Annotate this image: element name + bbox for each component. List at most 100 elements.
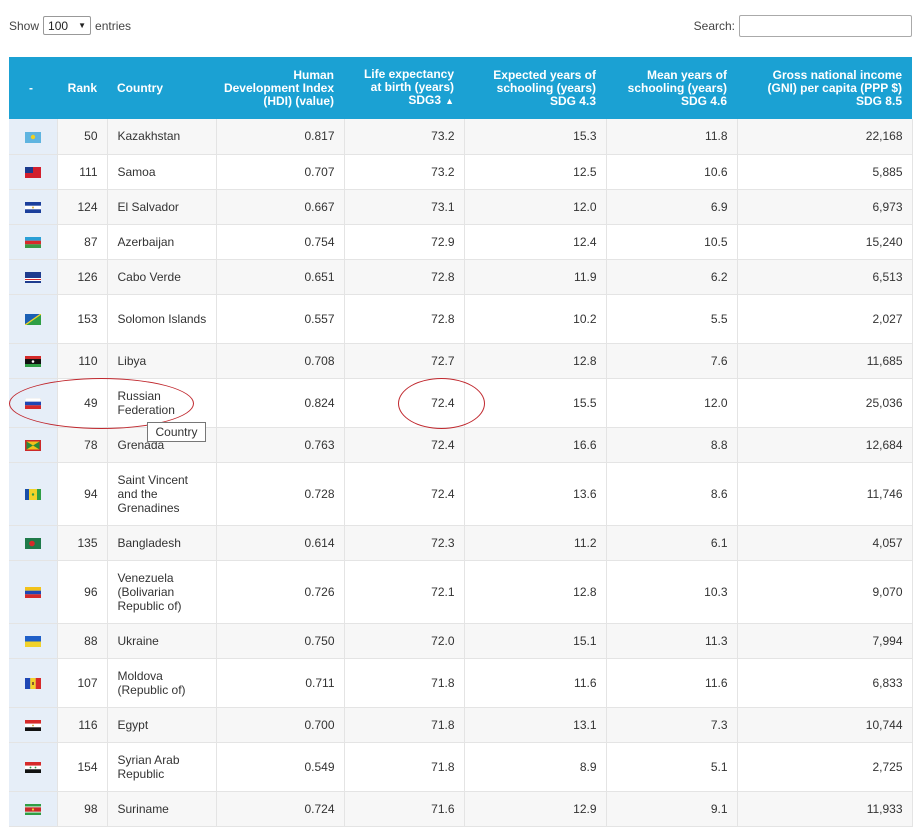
table-row: 154 Syrian Arab Republic 0.549 71.8 8.9 5.1 2,…	[9, 742, 913, 792]
cell-gni: 11,746	[737, 462, 913, 526]
sort-ascending-icon: ▲	[445, 96, 454, 106]
flag-cell	[9, 462, 58, 526]
flag-cell	[9, 224, 58, 260]
egypt-flag-icon	[24, 719, 41, 731]
cell-expected: 11.2	[464, 525, 607, 561]
search-input[interactable]	[739, 15, 912, 37]
cell-expected: 15.3	[464, 119, 607, 155]
el-salvador-flag-icon	[24, 201, 41, 213]
cell-country: Syrian Arab Republic	[107, 742, 217, 792]
cell-life: 72.3	[344, 525, 465, 561]
column-header-rank[interactable]: Rank	[57, 57, 107, 119]
table-row: 126 Cabo Verde 0.651 72.8 11.9 6.2 6,513	[9, 259, 913, 295]
table-row: 111 Samoa 0.707 73.2 12.5 10.6 5,885	[9, 154, 913, 190]
cell-gni: 6,513	[737, 259, 913, 295]
cell-gni: 7,994	[737, 623, 913, 659]
cell-country: Suriname	[107, 791, 217, 827]
cell-expected: 12.0	[464, 189, 607, 225]
cell-life: 72.1	[344, 560, 465, 624]
cell-expected: 11.9	[464, 259, 607, 295]
cell-expected: 15.5	[464, 378, 607, 428]
column-header-expected-schooling[interactable]: Expected years of schooling (years) SDG …	[464, 57, 606, 119]
cell-hdi: 0.667	[216, 189, 345, 225]
cell-mean: 8.8	[606, 427, 738, 463]
cell-rank: 98	[57, 791, 108, 827]
cell-rank: 111	[57, 154, 108, 190]
cell-life: 71.8	[344, 707, 465, 743]
saint-vincent-flag-icon	[24, 488, 41, 500]
cell-mean: 11.3	[606, 623, 738, 659]
cell-hdi: 0.651	[216, 259, 345, 295]
flag-cell	[9, 378, 58, 428]
entries-label: entries	[95, 18, 132, 33]
flag-cell	[9, 658, 58, 708]
cell-hdi: 0.557	[216, 294, 345, 344]
cell-gni: 10,744	[737, 707, 913, 743]
cell-hdi: 0.763	[216, 427, 345, 463]
table-row: 87 Azerbaijan 0.754 72.9 12.4 10.5 15,240	[9, 224, 913, 260]
entries-length-control: Show 100 ▼ entries	[9, 16, 131, 35]
table-row: 124 El Salvador 0.667 73.1 12.0 6.9 6,973	[9, 189, 913, 225]
cell-hdi: 0.707	[216, 154, 345, 190]
flag-cell	[9, 343, 58, 379]
cell-rank: 50	[57, 119, 108, 155]
cell-gni: 22,168	[737, 119, 913, 155]
cell-country: El Salvador	[107, 189, 217, 225]
table-row: 94 Saint Vincent and the Grenadines 0.728 7…	[9, 462, 913, 526]
column-header-life-expectancy[interactable]: Life expectancy at birth (years) SDG3 ▲	[344, 57, 464, 119]
column-header-mean-schooling[interactable]: Mean years of schooling (years) SDG 4.6	[606, 57, 737, 119]
cell-expected: 12.9	[464, 791, 607, 827]
cell-expected: 8.9	[464, 742, 607, 792]
cell-expected: 12.5	[464, 154, 607, 190]
cell-hdi: 0.549	[216, 742, 345, 792]
cell-gni: 9,070	[737, 560, 913, 624]
cell-expected: 11.6	[464, 658, 607, 708]
cell-hdi: 0.708	[216, 343, 345, 379]
cell-gni: 4,057	[737, 525, 913, 561]
cell-country: Egypt	[107, 707, 217, 743]
cell-life: 72.0	[344, 623, 465, 659]
cell-life: 72.9	[344, 224, 465, 260]
russia-flag-icon	[24, 397, 41, 409]
cell-mean: 12.0	[606, 378, 738, 428]
cell-hdi: 0.711	[216, 658, 345, 708]
table-row: 135 Bangladesh 0.614 72.3 11.2 6.1 4,057	[9, 525, 913, 561]
cell-gni: 2,725	[737, 742, 913, 792]
entries-select[interactable]: 100 ▼	[43, 16, 92, 35]
cell-mean: 6.1	[606, 525, 738, 561]
cell-life: 72.7	[344, 343, 465, 379]
cell-hdi: 0.817	[216, 119, 345, 155]
column-header-gni[interactable]: Gross national income (GNI) per capita (…	[737, 57, 912, 119]
cell-rank: 96	[57, 560, 108, 624]
cell-gni: 12,684	[737, 427, 913, 463]
cell-expected: 13.1	[464, 707, 607, 743]
cell-rank: 78	[57, 427, 108, 463]
cell-expected: 10.2	[464, 294, 607, 344]
cell-mean: 6.9	[606, 189, 738, 225]
cell-mean: 5.1	[606, 742, 738, 792]
cell-mean: 10.5	[606, 224, 738, 260]
column-header-flag[interactable]: -	[9, 57, 57, 119]
cell-mean: 11.8	[606, 119, 738, 155]
cell-rank: 116	[57, 707, 108, 743]
table-row: 78 Grenada 0.763 72.4 16.6 8.8 12,684	[9, 427, 913, 463]
show-label: Show	[9, 18, 40, 33]
table-row: 98 Suriname 0.724 71.6 12.9 9.1 11,933	[9, 791, 913, 827]
cell-life: 72.4	[344, 378, 465, 428]
cell-life: 71.8	[344, 658, 465, 708]
cell-gni: 6,833	[737, 658, 913, 708]
cell-hdi: 0.700	[216, 707, 345, 743]
cell-life: 72.4	[344, 427, 465, 463]
samoa-flag-icon	[24, 166, 41, 178]
cell-rank: 110	[57, 343, 108, 379]
cell-gni: 25,036	[737, 378, 913, 428]
cell-rank: 94	[57, 462, 108, 526]
cell-gni: 2,027	[737, 294, 913, 344]
column-header-country[interactable]: Country	[107, 57, 216, 119]
cell-hdi: 0.750	[216, 623, 345, 659]
column-header-hdi[interactable]: Human Development Index (HDI) (value)	[216, 57, 344, 119]
cell-rank: 124	[57, 189, 108, 225]
cell-gni: 15,240	[737, 224, 913, 260]
cell-rank: 49	[57, 378, 108, 428]
cell-country: Libya	[107, 343, 217, 379]
